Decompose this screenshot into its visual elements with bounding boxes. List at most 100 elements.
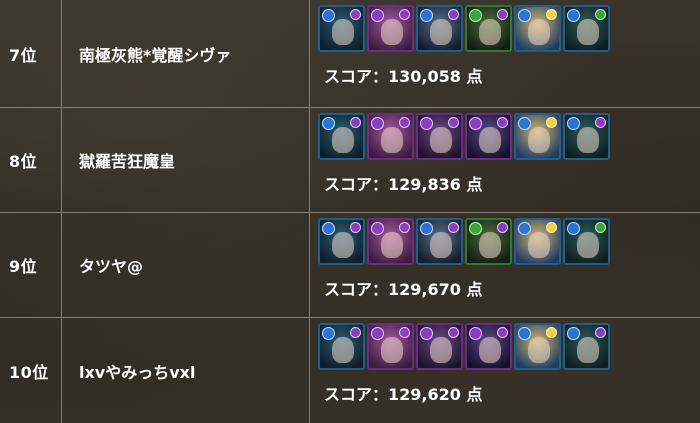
main-attribute-orb-icon [518,9,531,22]
main-attribute-orb-icon [518,327,531,340]
sub-attribute-orb-icon [350,117,361,128]
monster-face [577,19,599,45]
main-attribute-orb-icon [518,222,531,235]
monster-face [479,232,501,258]
team-icons [318,113,610,161]
water-dark-monster-icon [318,218,365,265]
sub-attribute-orb-icon [448,327,459,338]
monster-face [577,127,599,153]
main-attribute-orb-icon [371,222,384,235]
sub-attribute-orb-icon [399,9,410,20]
monster-face [479,19,501,45]
team-cell: スコア：130,058 点 [310,0,700,107]
monster-face [479,127,501,153]
dark-dark-dragon-icon [465,323,512,370]
team-cell: スコア：129,620 点 [310,318,700,423]
monster-face [528,232,550,258]
score-prefix: スコア： [324,175,389,194]
water-light-monster-icon [514,323,561,370]
rank-label: 9位 [0,213,62,317]
sub-attribute-orb-icon [399,327,410,338]
water-light-monster-icon [514,5,561,52]
monster-face [332,19,354,45]
main-attribute-orb-icon [322,9,335,22]
ranking-row: 10位 lxvやみっちvxl スコア：129,620 点 [0,318,700,423]
ranking-row: 8位 獄羅苦狂魔皇 スコア：129,836 点 [0,108,700,213]
ranking-row: 9位 タツヤ@ スコア：129,670 点 [0,213,700,318]
monster-face [332,337,354,363]
score-text: スコア：130,058 点 [324,63,482,87]
monster-face [430,19,452,45]
monster-face [381,127,403,153]
water-dark-monster-icon [318,5,365,52]
sub-attribute-orb-icon [448,117,459,128]
monster-face [528,19,550,45]
monster-face [430,127,452,153]
main-attribute-orb-icon [322,222,335,235]
main-attribute-orb-icon [469,117,482,130]
water-dark-monster-icon [318,113,365,160]
sub-attribute-orb-icon [350,9,361,20]
main-attribute-orb-icon [567,117,580,130]
player-name: lxvやみっちvxl [62,318,310,423]
dark-dark-dragon-icon [465,113,512,160]
sub-attribute-orb-icon [497,222,508,233]
team-icons [318,323,610,371]
score-value: 129,836 [388,175,461,194]
main-attribute-orb-icon [469,327,482,340]
sub-attribute-orb-icon [350,327,361,338]
score-suffix: 点 [466,385,483,404]
player-name: 獄羅苦狂魔皇 [62,108,310,212]
sub-attribute-orb-icon [399,117,410,128]
score-prefix: スコア： [324,280,389,299]
wood-dark-monster-icon [465,218,512,265]
water-dark-monster-icon [563,113,610,160]
main-attribute-orb-icon [567,327,580,340]
sub-attribute-orb-icon [546,9,557,20]
score-value: 130,058 [388,67,461,86]
main-attribute-orb-icon [371,9,384,22]
team-icons [318,5,610,53]
dark-dark-knight-icon [416,323,463,370]
sub-attribute-orb-icon [595,327,606,338]
water-dark-monster-icon [318,323,365,370]
main-attribute-orb-icon [420,222,433,235]
monster-face [528,337,550,363]
sub-attribute-orb-icon [595,117,606,128]
wood-dark-monster-icon [465,5,512,52]
monster-face [381,232,403,258]
water-light-monster-icon [514,113,561,160]
monster-face [577,232,599,258]
monster-face [577,337,599,363]
ranking-row: 7位 南極灰熊*覚醒シヴァ スコア：130,058 点 [0,0,700,108]
score-suffix: 点 [466,280,483,299]
rank-label: 10位 [0,318,62,423]
monster-face [430,232,452,258]
ranking-board: 7位 南極灰熊*覚醒シヴァ スコア：130,058 点 8位 獄羅苦狂魔皇 スコ… [0,0,700,423]
team-cell: スコア：129,670 点 [310,213,700,317]
monster-face [479,337,501,363]
sub-attribute-orb-icon [399,222,410,233]
score-suffix: 点 [466,67,483,86]
sub-attribute-orb-icon [497,9,508,20]
score-value: 129,620 [388,385,461,404]
sub-attribute-orb-icon [546,327,557,338]
monster-face [381,19,403,45]
score-prefix: スコア： [324,385,389,404]
main-attribute-orb-icon [420,117,433,130]
monster-face [528,127,550,153]
score-suffix: 点 [466,175,483,194]
score-prefix: スコア： [324,67,389,86]
rank-label: 8位 [0,108,62,212]
main-attribute-orb-icon [371,327,384,340]
monster-face [332,232,354,258]
sub-attribute-orb-icon [546,222,557,233]
player-name: タツヤ@ [62,213,310,317]
dark-dark-monster-icon [367,218,414,265]
sub-attribute-orb-icon [595,222,606,233]
team-icons [318,218,610,266]
water-wood-monster-icon [563,5,610,52]
main-attribute-orb-icon [567,9,580,22]
main-attribute-orb-icon [420,327,433,340]
water-wood-monster-icon [563,218,610,265]
